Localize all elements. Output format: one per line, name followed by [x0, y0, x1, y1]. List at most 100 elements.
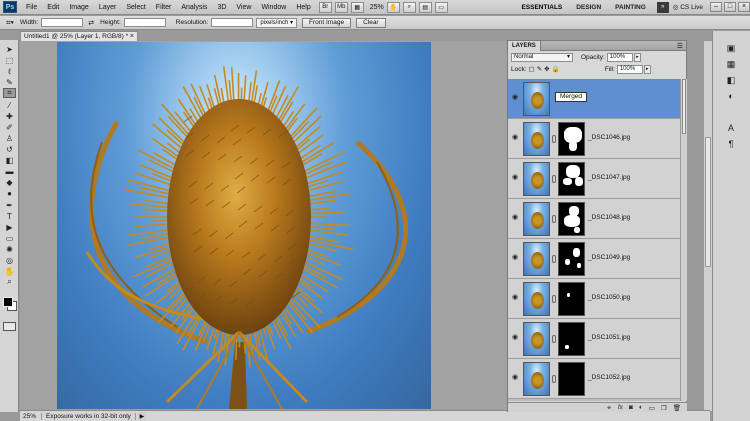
path-selection-tool-icon[interactable]: ▶ — [3, 222, 16, 232]
close-document-icon[interactable]: × — [130, 32, 134, 41]
layer-mask-thumbnail[interactable] — [558, 282, 585, 316]
lock-all-icon[interactable]: 🔒 — [552, 65, 560, 73]
menu-image[interactable]: Image — [64, 4, 93, 11]
trash-icon[interactable]: 🗑 — [673, 404, 681, 412]
menu-3d[interactable]: 3D — [212, 4, 231, 11]
crop-tool-icon[interactable]: ⌗ — [3, 88, 16, 98]
visibility-eye-icon[interactable]: ◉ — [512, 294, 520, 302]
layer-row[interactable]: ◉ _DSC1048.jpg — [508, 199, 680, 239]
menu-select[interactable]: Select — [121, 4, 150, 11]
lock-position-icon[interactable]: ✥ — [544, 65, 549, 73]
clear-button[interactable]: Clear — [356, 17, 386, 28]
swatches-panel-icon[interactable]: ▦ — [723, 57, 739, 71]
gradient-tool-icon[interactable]: ▬ — [3, 166, 16, 176]
marquee-tool-icon[interactable]: ⬚ — [3, 55, 16, 65]
visibility-eye-icon[interactable]: ◉ — [512, 374, 520, 382]
panel-menu-icon[interactable]: ☰ — [677, 42, 683, 50]
layers-scrollbar[interactable] — [680, 79, 687, 401]
shape-tool-icon[interactable]: ▭ — [3, 233, 16, 243]
visibility-eye-icon[interactable]: ◉ — [512, 174, 520, 182]
layers-scrollbar-thumb[interactable] — [682, 79, 686, 134]
dodge-tool-icon[interactable]: ● — [3, 188, 16, 198]
quick-mask-icon[interactable] — [3, 322, 16, 331]
visibility-eye-icon[interactable]: ◉ — [512, 254, 520, 262]
visibility-eye-icon[interactable]: ◉ — [512, 214, 520, 222]
clone-stamp-tool-icon[interactable]: ♙ — [3, 133, 16, 143]
opacity-slider-arrow[interactable]: ▸ — [633, 52, 641, 62]
layer-mask-thumbnail[interactable] — [558, 322, 585, 356]
quick-select-tool-icon[interactable]: ✎ — [3, 77, 16, 87]
workspace-painting[interactable]: PAINTING — [608, 4, 653, 11]
blur-tool-icon[interactable]: ◆ — [3, 177, 16, 187]
type-tool-icon[interactable]: T — [3, 211, 16, 221]
mask-link-icon[interactable] — [552, 175, 556, 183]
eraser-tool-icon[interactable]: ◧ — [3, 155, 16, 165]
paragraph-panel-icon[interactable]: ¶ — [723, 137, 739, 151]
layer-row[interactable]: ◉ _DSC1052.jpg — [508, 359, 680, 399]
visibility-eye-icon[interactable]: ◉ — [512, 94, 520, 102]
menu-edit[interactable]: Edit — [42, 4, 64, 11]
canvas-scrollbar-thumb[interactable] — [705, 137, 711, 267]
height-input[interactable] — [123, 18, 166, 27]
mask-link-icon[interactable] — [552, 135, 556, 143]
arrange-documents-icon[interactable]: ▤ — [418, 1, 432, 13]
group-icon[interactable]: ▭ — [649, 404, 655, 412]
more-workspaces-button[interactable]: » — [656, 1, 669, 13]
link-icon[interactable]: ⚭ — [606, 404, 611, 412]
color-panel-icon[interactable]: ▣ — [723, 41, 739, 55]
3d-rotate-tool-icon[interactable]: ✺ — [3, 244, 16, 254]
menu-filter[interactable]: Filter — [151, 4, 177, 11]
mask-link-icon[interactable] — [552, 295, 556, 303]
screen-mode-icon[interactable]: ▭ — [434, 1, 448, 13]
swap-dimensions-icon[interactable]: ⇄ — [88, 19, 94, 27]
layer-mask-thumbnail[interactable] — [558, 122, 585, 156]
launch-bridge-icon[interactable]: Br — [318, 1, 332, 13]
document-canvas[interactable] — [57, 42, 431, 409]
layer-mask-thumbnail[interactable] — [558, 362, 585, 396]
layer-row[interactable]: ◉ _DSC1047.jpg — [508, 159, 680, 199]
lock-pixels-icon[interactable]: ✎ — [537, 65, 542, 73]
adjustments-panel-icon[interactable]: ◐ — [723, 89, 739, 103]
mask-icon[interactable]: ◙ — [629, 404, 633, 411]
fx-icon[interactable]: fx — [618, 404, 623, 411]
menu-window[interactable]: Window — [256, 4, 291, 11]
layers-tab[interactable]: LAYERS — [508, 40, 541, 51]
zoom-tool-icon[interactable]: ⌕ — [402, 1, 416, 13]
eyedropper-tool-icon[interactable]: ⁄ — [3, 100, 16, 110]
hand-tool-icon[interactable]: ✋ — [386, 1, 400, 13]
status-zoom[interactable]: 25% — [20, 412, 42, 420]
layer-mask-thumbnail[interactable] — [558, 202, 585, 236]
document-tab[interactable]: Untitled1 @ 25% (Layer 1, RGB/8) * × — [20, 31, 138, 41]
styles-panel-icon[interactable]: ◧ — [723, 73, 739, 87]
character-panel-icon[interactable]: A — [723, 121, 739, 135]
canvas-scrollbar[interactable] — [703, 41, 712, 411]
layer-mask-thumbnail[interactable] — [558, 242, 585, 276]
minimize-button[interactable]: – — [710, 2, 722, 12]
resolution-unit-select[interactable]: pixels/inch ▾ — [256, 17, 298, 28]
workspace-essentials[interactable]: ESSENTIALS — [514, 4, 569, 11]
resolution-input[interactable] — [211, 18, 254, 27]
layer-row[interactable]: ◉ _DSC1051.jpg — [508, 319, 680, 359]
close-button[interactable]: × — [738, 2, 750, 12]
mask-link-icon[interactable] — [552, 335, 556, 343]
fill-slider-arrow[interactable]: ▸ — [643, 64, 651, 74]
healing-brush-tool-icon[interactable]: ✚ — [3, 111, 16, 121]
view-extras-icon[interactable]: ▦ — [350, 1, 364, 13]
visibility-eye-icon[interactable]: ◉ — [512, 334, 520, 342]
menu-file[interactable]: File — [21, 4, 42, 11]
lasso-tool-icon[interactable]: ℓ — [3, 66, 16, 76]
opacity-input[interactable]: 100% — [606, 52, 633, 62]
3d-orbit-tool-icon[interactable]: ◎ — [3, 255, 16, 265]
visibility-eye-icon[interactable]: ◉ — [512, 134, 520, 142]
status-menu-icon[interactable]: ▶ — [137, 411, 146, 421]
lock-transparency-icon[interactable]: ▢ — [529, 65, 535, 73]
width-input[interactable] — [41, 18, 84, 27]
front-image-button[interactable]: Front Image — [302, 17, 352, 28]
adjustment-icon[interactable]: ◐ — [639, 404, 643, 411]
fill-input[interactable]: 100% — [616, 64, 643, 74]
mask-link-icon[interactable] — [552, 215, 556, 223]
mask-link-icon[interactable] — [552, 255, 556, 263]
move-tool-icon[interactable]: ➤ — [3, 44, 16, 54]
launch-minibridge-icon[interactable]: Mb — [334, 1, 348, 13]
brush-tool-icon[interactable]: ✐ — [3, 122, 16, 132]
